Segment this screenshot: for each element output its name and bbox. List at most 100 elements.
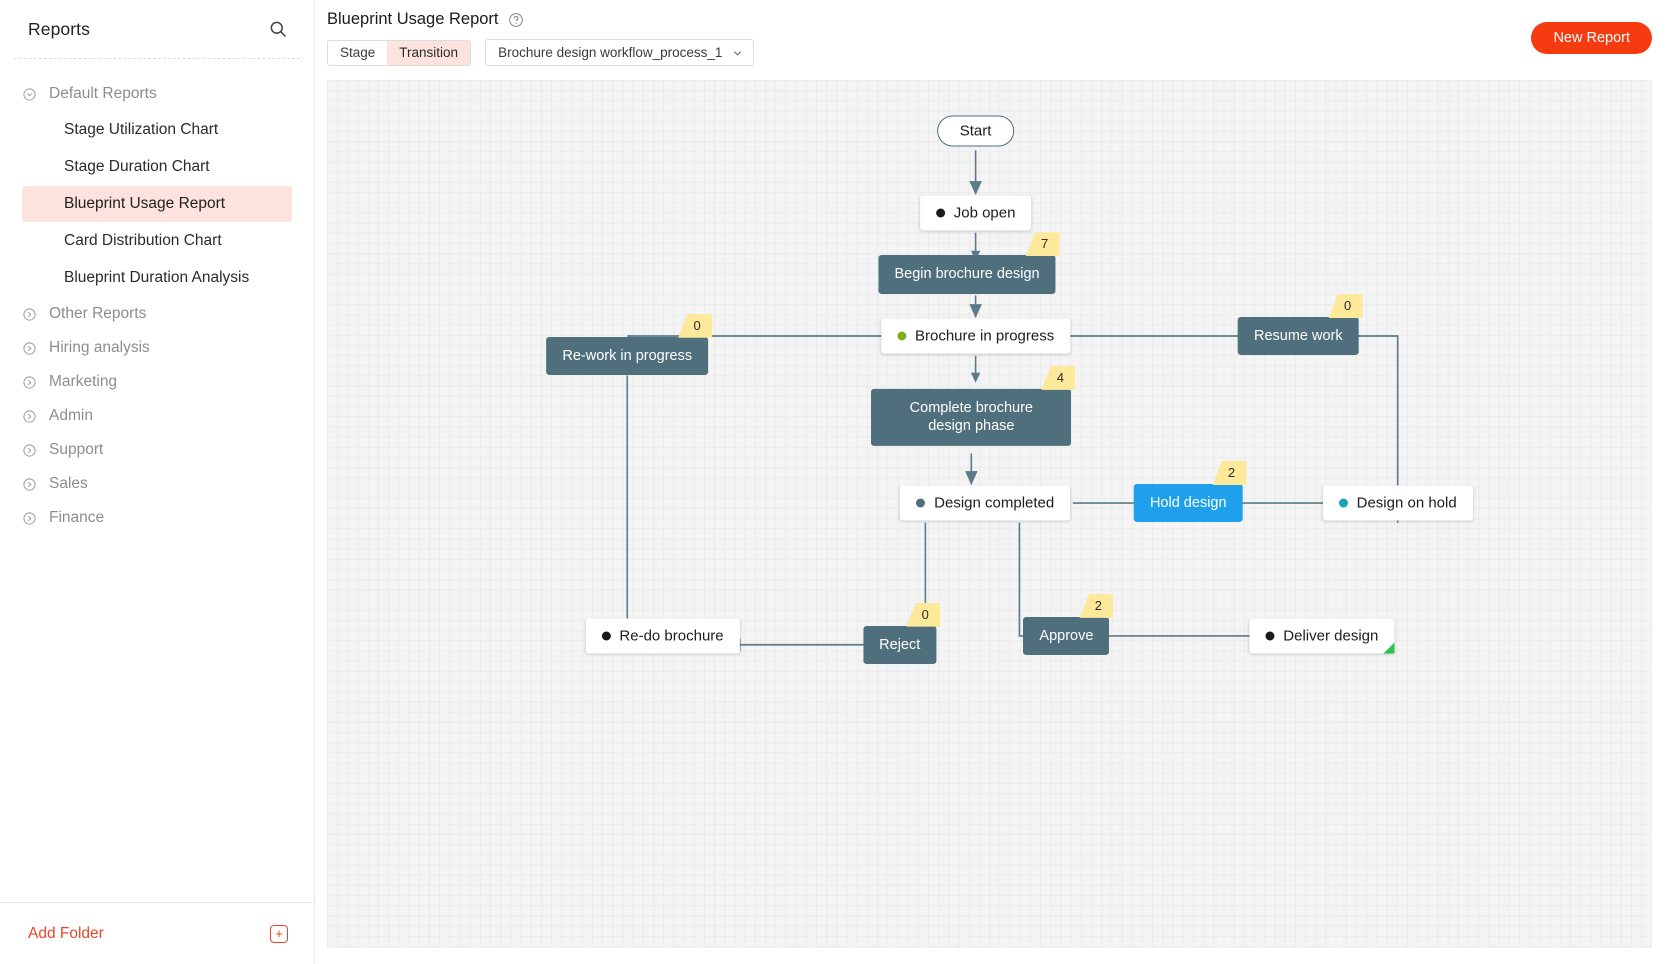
state-label: Job open xyxy=(954,204,1016,221)
sidebar-item-card-distribution-chart[interactable]: Card Distribution Chart xyxy=(22,223,292,259)
state-label: Design completed xyxy=(934,495,1054,512)
chevron-right-circle-icon xyxy=(22,375,37,390)
status-dot xyxy=(936,208,945,217)
state-card[interactable]: Brochure in progress xyxy=(881,319,1070,354)
state-label: Design on hold xyxy=(1357,495,1457,512)
chevron-right-circle-icon xyxy=(22,477,37,492)
transition-label: Re-work in progress xyxy=(562,348,692,364)
transition-node[interactable]: 7Begin brochure design xyxy=(878,255,1055,293)
state-node[interactable]: Re-do brochure xyxy=(585,618,739,653)
view-mode-segmented[interactable]: StageTransition xyxy=(327,40,471,66)
state-label: Re-do brochure xyxy=(619,627,723,644)
transition-label: Resume work xyxy=(1254,328,1343,344)
sidebar-item-stage-utilization-chart[interactable]: Stage Utilization Chart xyxy=(22,112,292,148)
chevron-right-circle-icon xyxy=(22,307,37,322)
toolbar: Blueprint Usage Report StageTransition B… xyxy=(315,0,1680,80)
sidebar-title: Reports xyxy=(28,19,90,40)
sidebar-group-marketing[interactable]: Marketing xyxy=(0,365,314,399)
state-label: Deliver design xyxy=(1283,627,1378,644)
status-dot xyxy=(601,631,610,640)
sidebar-group-default-reports[interactable]: Default Reports xyxy=(0,77,314,111)
transition-node[interactable]: 2Hold design xyxy=(1134,484,1243,522)
state-node[interactable]: Start xyxy=(937,115,1015,146)
chevron-right-circle-icon xyxy=(22,443,37,458)
state-node[interactable]: Design on hold xyxy=(1323,486,1473,521)
sidebar-group-other-reports[interactable]: Other Reports xyxy=(0,297,314,331)
title-row: Blueprint Usage Report xyxy=(327,10,1652,29)
sidebar-group-sales[interactable]: Sales xyxy=(0,467,314,501)
sidebar-group-finance[interactable]: Finance xyxy=(0,501,314,535)
transition-label: Begin brochure design xyxy=(894,266,1039,282)
start-node[interactable]: Start xyxy=(937,115,1015,146)
chevron-right-circle-icon xyxy=(22,341,37,356)
sidebar-group-label: Support xyxy=(49,441,103,459)
transition-node[interactable]: 4Complete brochure design phase xyxy=(871,389,1071,445)
state-node[interactable]: Brochure in progress xyxy=(881,319,1070,354)
blueprint-select[interactable]: Brochure design workflow_process_1 xyxy=(485,39,754,66)
state-card[interactable]: Design completed xyxy=(900,486,1070,521)
blueprint-select-value: Brochure design workflow_process_1 xyxy=(498,45,722,60)
add-folder-button[interactable]: Add Folder xyxy=(28,925,104,943)
chevron-down-circle-icon xyxy=(22,87,37,102)
transition-node[interactable]: 0Resume work xyxy=(1238,317,1359,355)
sidebar-group-label: Default Reports xyxy=(49,85,157,103)
state-card[interactable]: Design on hold xyxy=(1323,486,1473,521)
blueprint-diagram-canvas[interactable]: Start Job open Brochure in progress Design … xyxy=(327,80,1652,948)
tab-transition[interactable]: Transition xyxy=(387,41,470,65)
chevron-down-icon xyxy=(732,47,743,58)
tab-stage[interactable]: Stage xyxy=(328,41,387,65)
sidebar-group-label: Other Reports xyxy=(49,305,146,323)
status-dot xyxy=(897,332,906,341)
sidebar-group-label: Sales xyxy=(49,475,88,493)
transition-label: Approve xyxy=(1039,628,1093,644)
search-icon[interactable] xyxy=(268,19,288,39)
sidebar-group-admin[interactable]: Admin xyxy=(0,399,314,433)
page-title: Blueprint Usage Report xyxy=(327,10,499,29)
transition-label: Complete brochure design phase xyxy=(910,400,1033,434)
app-root: Reports Default Reports Stage Utilization… xyxy=(0,0,1680,964)
help-circle-icon[interactable] xyxy=(508,12,524,28)
state-card[interactable]: Deliver design xyxy=(1249,618,1394,653)
transition-node[interactable]: 0Reject xyxy=(863,626,936,664)
transition-card[interactable]: 0Re-work in progress xyxy=(546,337,708,375)
sidebar: Reports Default Reports Stage Utilization… xyxy=(0,0,315,964)
state-card[interactable]: Re-do brochure xyxy=(585,618,739,653)
transition-node[interactable]: 2Approve xyxy=(1023,617,1109,655)
canvas-wrapper: Start Job open Brochure in progress Design … xyxy=(315,80,1680,964)
transition-node[interactable]: 0Re-work in progress xyxy=(546,337,708,375)
state-node[interactable]: Job open xyxy=(920,195,1032,230)
sidebar-group-label: Admin xyxy=(49,407,93,425)
state-node[interactable]: Deliver design xyxy=(1249,618,1394,653)
transition-card[interactable]: 0Reject xyxy=(863,626,936,664)
new-report-button[interactable]: New Report xyxy=(1531,22,1652,54)
state-node[interactable]: Design completed xyxy=(900,486,1070,521)
state-card[interactable]: Job open xyxy=(920,195,1032,230)
sidebar-item-blueprint-usage-report[interactable]: Blueprint Usage Report xyxy=(22,186,292,222)
sidebar-nav: Default Reports Stage Utilization ChartSt… xyxy=(0,59,314,902)
status-dot xyxy=(1265,631,1274,640)
transition-card[interactable]: 2Hold design xyxy=(1134,484,1243,522)
state-label: Brochure in progress xyxy=(915,328,1054,345)
sidebar-item-stage-duration-chart[interactable]: Stage Duration Chart xyxy=(22,149,292,185)
transition-card[interactable]: 4Complete brochure design phase xyxy=(871,389,1071,445)
transition-label: Reject xyxy=(879,637,920,653)
transition-card[interactable]: 2Approve xyxy=(1023,617,1109,655)
end-state-marker xyxy=(1383,642,1394,653)
sidebar-group-hiring-analysis[interactable]: Hiring analysis xyxy=(0,331,314,365)
transition-card[interactable]: 0Resume work xyxy=(1238,317,1359,355)
sidebar-header: Reports xyxy=(0,0,314,58)
chevron-right-circle-icon xyxy=(22,409,37,424)
plus-box-icon[interactable]: + xyxy=(270,925,288,943)
sidebar-group-label: Hiring analysis xyxy=(49,339,150,357)
sidebar-item-blueprint-duration-analysis[interactable]: Blueprint Duration Analysis xyxy=(22,260,292,296)
transition-label: Hold design xyxy=(1150,495,1227,511)
transition-card[interactable]: 7Begin brochure design xyxy=(878,255,1055,293)
sidebar-group-label: Marketing xyxy=(49,373,117,391)
sidebar-group-label: Finance xyxy=(49,509,104,527)
sidebar-footer: Add Folder + xyxy=(0,902,314,964)
main-panel: Blueprint Usage Report StageTransition B… xyxy=(315,0,1680,964)
chevron-right-circle-icon xyxy=(22,511,37,526)
sidebar-group-support[interactable]: Support xyxy=(0,433,314,467)
status-dot xyxy=(916,499,925,508)
status-dot xyxy=(1339,499,1348,508)
